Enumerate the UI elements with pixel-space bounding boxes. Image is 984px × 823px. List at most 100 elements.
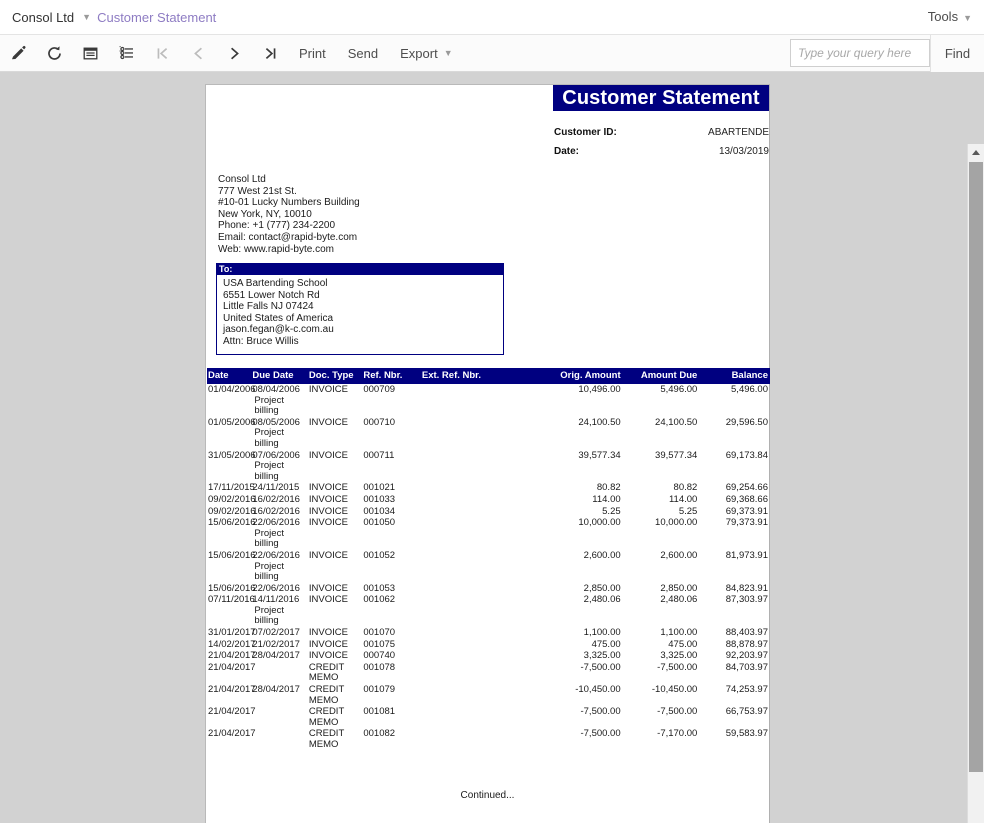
cell-ref_nbr: 000711	[363, 449, 395, 461]
cell-ext_ref	[422, 517, 544, 550]
report-page: Customer Statement Customer ID: ABARTEND…	[205, 84, 770, 823]
cell-orig: 10,496.00	[578, 384, 621, 395]
cell-due: 1,100.00	[660, 627, 698, 639]
cell-due: 80.82	[673, 482, 698, 494]
cell-ref_nbr: 001034	[363, 505, 396, 517]
cell-due_date: 22/06/2016	[252, 582, 300, 594]
cell-due_date	[252, 662, 309, 684]
find-button[interactable]: Find	[930, 34, 984, 72]
cell-due: 5,496.00	[660, 384, 698, 395]
cell-due_date	[252, 728, 309, 750]
chevron-down-icon[interactable]: ▼	[82, 12, 91, 22]
cell-due_date: 21/02/2017	[252, 638, 300, 650]
cell-orig: 5.25	[602, 505, 621, 517]
col-header-due-date: Due Date	[252, 368, 309, 384]
cell-doc_type: INVOICE	[308, 493, 348, 505]
table-row: 21/04/2017 28/04/2017 CREDIT MEMO 001079 -10…	[207, 684, 770, 706]
cell-due_date: 07/06/2006 Project billing	[252, 450, 309, 483]
cell-date: 09/02/2016	[208, 493, 256, 505]
table-row: 14/02/2017 21/02/2017 INVOICE 001075 475.00 4…	[207, 639, 770, 651]
cell-due: -10,450.00	[651, 684, 698, 696]
cell-ext_ref	[422, 494, 544, 506]
cell-orig: 39,577.34	[578, 449, 621, 461]
cell-due_date: 22/06/2016 Project billing	[252, 550, 309, 583]
tools-label: Tools	[927, 9, 959, 24]
cell-ext_ref	[422, 506, 544, 518]
col-header-date: Date	[207, 368, 253, 384]
export-button[interactable]: Export ▼	[389, 35, 464, 72]
chevron-down-icon: ▼	[963, 13, 972, 23]
cell-balance: 87,303.97	[725, 594, 768, 606]
scroll-up-icon[interactable]	[968, 144, 984, 161]
breadcrumb-root[interactable]: Consol Ltd	[12, 10, 74, 25]
refresh-icon[interactable]	[36, 35, 72, 72]
print-button[interactable]: Print	[288, 35, 337, 72]
last-page-icon[interactable]	[252, 35, 288, 72]
report-toolbar: Print Send Export ▼ Find	[0, 34, 984, 72]
cell-due: 3,325.00	[660, 650, 698, 662]
cell-ext_ref	[422, 594, 544, 627]
cell-date: 31/05/2006	[208, 449, 256, 461]
cell-ext_ref	[422, 550, 544, 583]
cell-doc_type: INVOICE	[308, 482, 348, 494]
cell-balance: 88,403.97	[725, 627, 768, 639]
cell-doc_type: INVOICE	[308, 594, 348, 606]
table-row: 09/02/2016 16/02/2016 INVOICE 001034 5.25 5.2…	[207, 506, 770, 518]
report-window-icon[interactable]	[72, 35, 108, 72]
col-header-orig-amount: Orig. Amount	[543, 368, 623, 384]
cell-ref_nbr: 001081	[363, 706, 396, 718]
col-header-doc-type: Doc. Type	[308, 368, 364, 384]
edit-pencil-icon[interactable]	[0, 35, 36, 72]
breadcrumb-leaf[interactable]: Customer Statement	[97, 10, 216, 25]
cell-due: 2,850.00	[660, 582, 698, 594]
cell-doc_type: INVOICE	[308, 627, 348, 639]
statement-date-label: Date:	[554, 146, 580, 157]
cell-ext_ref	[422, 662, 544, 684]
cell-ref_nbr: 001078	[363, 661, 396, 673]
cell-date: 14/02/2017	[208, 638, 256, 650]
cell-orig: 24,100.50	[578, 416, 621, 428]
cell-date: 15/06/2016	[208, 549, 256, 561]
cell-orig: -7,500.00	[580, 706, 621, 718]
col-header-ext-ref-nbr: Ext. Ref. Nbr.	[421, 368, 544, 384]
cell-balance: 79,373.91	[725, 517, 768, 529]
cell-due: 475.00	[668, 638, 698, 650]
cell-balance: 5,496.00	[731, 384, 768, 395]
cell-ref_nbr: 001021	[363, 482, 396, 494]
cell-ref_nbr: 001079	[363, 684, 396, 696]
recipient-box-header: To:	[217, 264, 503, 275]
cell-due_date: 28/04/2017	[252, 684, 300, 696]
cell-date: 01/05/2006	[208, 416, 256, 428]
cell-doc_type: CREDIT MEMO	[308, 728, 345, 750]
first-page-icon[interactable]	[144, 35, 180, 72]
vertical-scrollbar[interactable]	[967, 144, 984, 823]
cell-balance: 81,973.91	[725, 549, 768, 561]
cell-balance: 66,753.97	[725, 706, 768, 718]
next-page-icon[interactable]	[216, 35, 252, 72]
cell-doc_type: INVOICE	[308, 505, 348, 517]
send-button[interactable]: Send	[337, 35, 389, 72]
cell-ext_ref	[422, 384, 544, 417]
cell-orig: 80.82	[596, 482, 621, 494]
cell-due_date: 14/11/2016 Project billing	[252, 594, 309, 627]
search-input[interactable]	[790, 39, 930, 67]
viewer-left-margin	[0, 72, 205, 823]
customer-id-value: ABARTENDE	[708, 127, 769, 138]
cell-date: 21/04/2017	[208, 706, 256, 718]
report-settings-icon[interactable]	[108, 35, 144, 72]
cell-date: 09/02/2016	[208, 505, 256, 517]
scrollbar-thumb[interactable]	[969, 162, 983, 772]
cell-balance: 84,823.91	[725, 582, 768, 594]
tools-menu-button[interactable]: Tools ▼	[928, 9, 972, 24]
statement-date-value: 13/03/2019	[718, 146, 769, 157]
report-viewer: Customer Statement Customer ID: ABARTEND…	[0, 72, 984, 823]
cell-date: 21/04/2017	[208, 661, 256, 673]
cell-doc_type: CREDIT MEMO	[308, 706, 345, 728]
table-row: 09/02/2016 16/02/2016 INVOICE 001033 114.00 1…	[207, 494, 770, 506]
cell-orig: -7,500.00	[580, 728, 621, 740]
previous-page-icon[interactable]	[180, 35, 216, 72]
cell-due_date: 08/04/2006 Project billing	[252, 384, 309, 417]
col-header-amount-due: Amount Due	[622, 368, 700, 384]
cell-note: Project billing	[254, 427, 284, 449]
cell-balance: 84,703.97	[725, 661, 768, 673]
